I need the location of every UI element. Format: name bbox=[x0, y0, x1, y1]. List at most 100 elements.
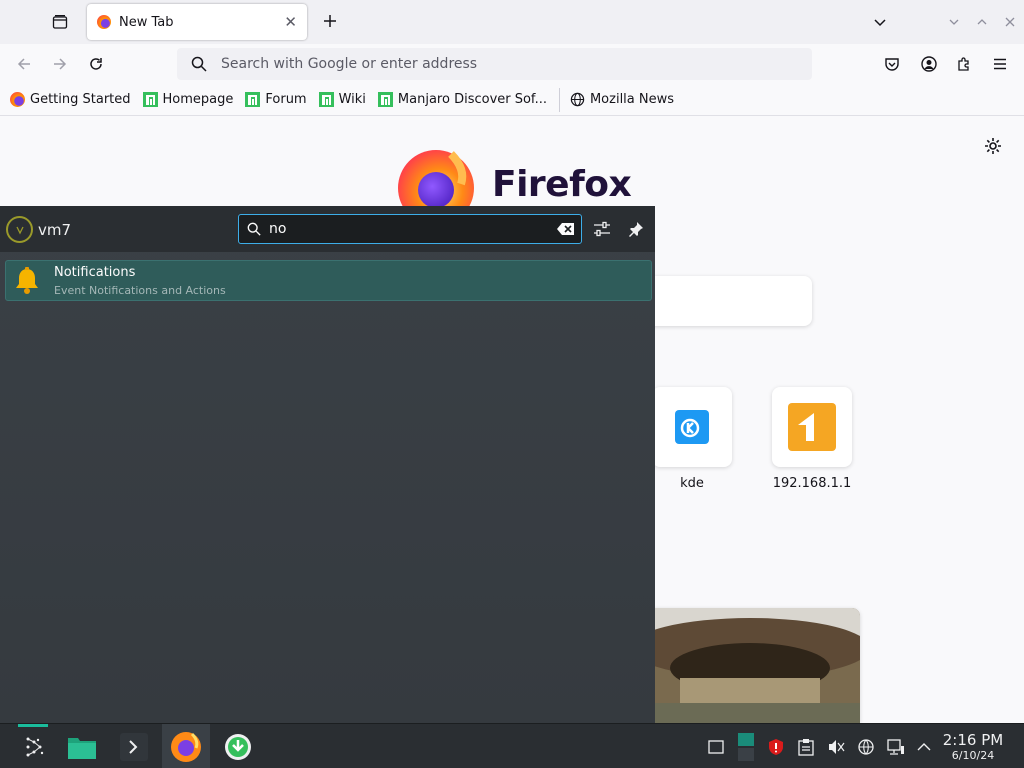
shortcut-tile-kde[interactable] bbox=[652, 387, 732, 467]
clear-text-icon[interactable] bbox=[557, 222, 575, 236]
bookmark-forum[interactable]: Forum bbox=[245, 92, 307, 107]
tray-security[interactable] bbox=[766, 737, 786, 757]
back-button[interactable] bbox=[12, 52, 36, 76]
close-tab-icon[interactable]: ✕ bbox=[284, 13, 297, 31]
navigation-bar bbox=[0, 44, 1024, 84]
maximize-button[interactable] bbox=[972, 12, 992, 32]
clock-time: 2:16 PM bbox=[942, 731, 1004, 749]
bookmark-label: Mozilla News bbox=[589, 92, 675, 107]
tab-new-tab[interactable]: New Tab ✕ bbox=[87, 4, 307, 40]
close-window-button[interactable] bbox=[1000, 12, 1020, 32]
clock-date: 6/10/24 bbox=[951, 749, 995, 762]
firefox-icon bbox=[10, 92, 25, 107]
new-tab-button[interactable] bbox=[318, 9, 342, 33]
bookmark-getting-started[interactable]: Getting Started bbox=[10, 92, 131, 107]
address-bar[interactable] bbox=[177, 48, 812, 80]
account-icon bbox=[921, 56, 937, 72]
tray-volume[interactable] bbox=[826, 737, 846, 757]
manjaro-icon bbox=[318, 92, 334, 107]
taskbar: 2:16 PM 6/10/24 bbox=[0, 723, 1024, 768]
globe-icon bbox=[570, 92, 585, 107]
tab-title: New Tab bbox=[119, 14, 174, 30]
bookmark-wiki[interactable]: Wiki bbox=[318, 92, 366, 107]
taskbar-terminal[interactable] bbox=[110, 724, 158, 768]
terminal-icon bbox=[120, 732, 148, 761]
story-card[interactable] bbox=[640, 608, 860, 723]
network-globe-icon bbox=[858, 739, 874, 755]
personalize-settings-button[interactable] bbox=[983, 136, 1003, 156]
arrow-right-icon bbox=[54, 58, 67, 70]
bookmarks-toolbar: Getting Started Homepage Forum Wiki Manj… bbox=[0, 84, 1024, 116]
configure-button[interactable] bbox=[592, 219, 612, 239]
launcher-search-field[interactable] bbox=[238, 214, 582, 244]
tab-bar: New Tab ✕ bbox=[0, 0, 1024, 44]
taskbar-file-manager[interactable] bbox=[58, 724, 106, 768]
bookmark-label: Getting Started bbox=[30, 92, 131, 107]
list-all-tabs-button[interactable] bbox=[870, 12, 890, 32]
shield-icon bbox=[769, 739, 783, 755]
extensions-button[interactable] bbox=[952, 52, 976, 76]
tray-show-desktop[interactable] bbox=[706, 737, 726, 757]
forward-button[interactable] bbox=[48, 52, 72, 76]
application-launcher: vm7 Notifications Event Notifications an… bbox=[0, 206, 655, 723]
firefox-view-button[interactable] bbox=[48, 10, 72, 34]
close-icon bbox=[1005, 17, 1015, 27]
newtab-search-box[interactable] bbox=[640, 276, 812, 326]
bookmark-label: Wiki bbox=[338, 92, 366, 107]
chevron-down-icon bbox=[874, 19, 886, 27]
manjaro-user-icon bbox=[15, 226, 24, 234]
folder-icon bbox=[68, 737, 96, 759]
manjaro-icon bbox=[142, 92, 158, 107]
shortcut-tile-router[interactable] bbox=[772, 387, 852, 467]
tray-pager[interactable] bbox=[736, 732, 756, 762]
url-input[interactable] bbox=[221, 56, 781, 72]
manjaro-icon bbox=[245, 92, 261, 107]
firefox-icon bbox=[171, 731, 201, 762]
reload-icon bbox=[90, 58, 102, 70]
bookmark-mozilla-news[interactable]: Mozilla News bbox=[570, 92, 674, 107]
tray-updates[interactable] bbox=[856, 737, 876, 757]
bookmark-manjaro-discover[interactable]: Manjaro Discover Sof... bbox=[377, 92, 547, 107]
launcher-header: vm7 bbox=[0, 206, 655, 252]
taskbar-software-update[interactable] bbox=[214, 724, 262, 768]
gear-icon bbox=[985, 138, 1001, 154]
virtual-desktop-pager-icon bbox=[738, 733, 754, 761]
kde-icon bbox=[675, 410, 709, 444]
puzzle-icon bbox=[958, 57, 969, 71]
reload-button[interactable] bbox=[84, 52, 108, 76]
bell-icon bbox=[16, 267, 38, 294]
account-button[interactable] bbox=[917, 52, 941, 76]
digital-clock[interactable]: 2:16 PM 6/10/24 bbox=[940, 731, 1006, 763]
story-image bbox=[640, 608, 860, 723]
launcher-search-input[interactable] bbox=[269, 221, 539, 237]
speaker-muted-icon bbox=[829, 740, 845, 754]
bookmark-separator bbox=[558, 87, 560, 112]
bookmark-label: Manjaro Discover Sof... bbox=[397, 92, 547, 107]
pocket-button[interactable] bbox=[880, 52, 904, 76]
search-result-notifications[interactable]: Notifications Event Notifications and Ac… bbox=[5, 260, 652, 301]
user-avatar[interactable] bbox=[6, 216, 33, 243]
firefox-icon bbox=[97, 15, 111, 29]
pin-button[interactable] bbox=[626, 219, 646, 239]
user-name: vm7 bbox=[38, 221, 72, 239]
taskbar-firefox[interactable] bbox=[162, 724, 210, 768]
search-icon bbox=[191, 56, 207, 72]
arrow-left-icon bbox=[17, 58, 30, 70]
tray-network[interactable] bbox=[886, 737, 906, 757]
tray-expand-button[interactable] bbox=[914, 737, 934, 757]
kde-launcher-icon bbox=[26, 737, 44, 756]
minimize-button[interactable] bbox=[944, 12, 964, 32]
hamburger-menu-icon bbox=[994, 58, 1006, 70]
wired-network-icon bbox=[887, 739, 904, 755]
bookmark-label: Forum bbox=[265, 92, 307, 107]
app-menu-button[interactable] bbox=[988, 52, 1012, 76]
bookmark-homepage[interactable]: Homepage bbox=[142, 92, 234, 107]
plus-icon bbox=[324, 15, 336, 27]
tray-clipboard[interactable] bbox=[796, 737, 816, 757]
minimize-icon bbox=[949, 19, 959, 25]
app-launcher-button[interactable] bbox=[10, 724, 58, 768]
bookmark-label: Homepage bbox=[162, 92, 234, 107]
settings-sliders-icon bbox=[594, 221, 610, 237]
manjaro-icon bbox=[377, 92, 393, 107]
chevron-up-icon bbox=[917, 743, 931, 751]
